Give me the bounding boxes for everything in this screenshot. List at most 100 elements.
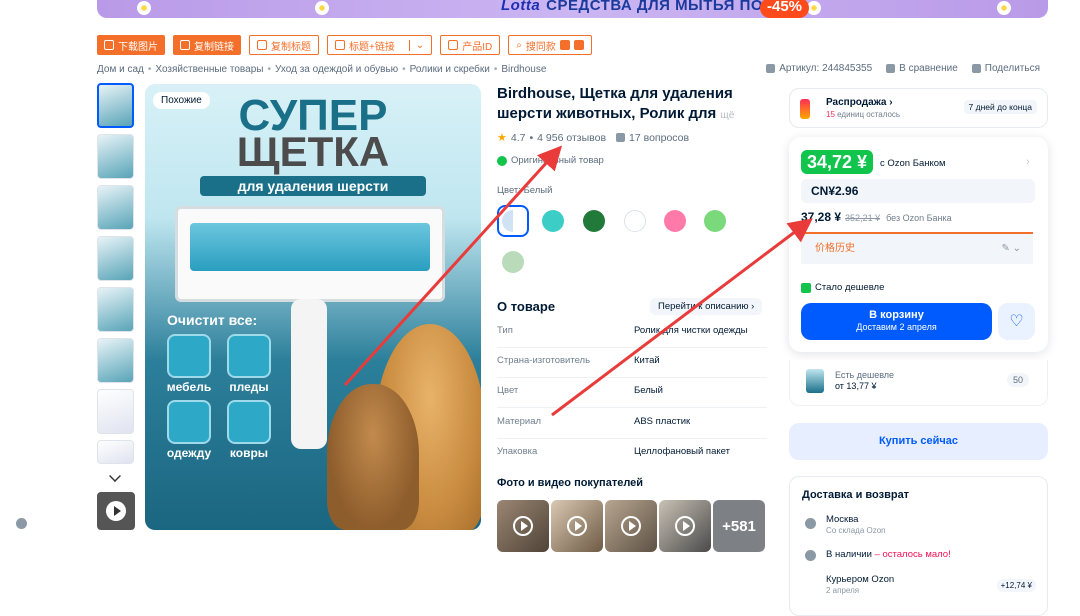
breadcrumb-item[interactable]: Birdhouse [501,64,546,75]
similar-badge[interactable]: Похожие [153,92,210,109]
arrow-down-icon [801,282,811,293]
copy-icon [257,40,267,50]
lint-roller-graphic [175,206,445,302]
original-badge: Оригинальный товар [497,155,604,166]
compare-icon [886,64,896,73]
banner-discount: -45% [760,0,810,18]
thumbnail[interactable] [97,83,134,128]
breadcrumb-item[interactable]: Хозяйственные товары [155,64,263,75]
copy-link-button[interactable]: 复制链接 [173,35,241,55]
color-swatch[interactable] [699,205,731,237]
rating-row[interactable]: ★ 4.7 • 4 956 отзывов 17 вопросов [497,131,689,145]
stock-status: В наличии – осталось мало! [826,549,951,560]
breadcrumb-item[interactable]: Ролики и скребки [410,64,490,75]
title-link-button[interactable]: 标题+链接 ⌄ [327,35,433,55]
breadcrumb-item[interactable]: Дом и сад [97,64,144,75]
color-swatch[interactable] [578,205,610,237]
promo-banner[interactable]: Lotta СРЕДСТВА ДЛЯ МЫТЬЯ ПОЛОВ -45% [97,0,1048,18]
offer-price: от 13,77 ¥ [835,381,877,391]
thumbnail[interactable] [97,440,134,464]
thumbnail[interactable] [97,389,134,434]
compare-button[interactable]: В сравнение [886,63,958,74]
cny-price: CN¥2.96 [801,179,1035,203]
thumbnail[interactable] [97,134,134,179]
offer-title: Есть дешевле [835,370,895,380]
swatch-color [502,210,524,232]
customer-video[interactable] [659,500,711,552]
spec-row: Материал ABS пластик [497,409,767,439]
breadcrumb: Дом и сад • Хозяйственные товары • Уход за… [97,64,547,75]
offer-thumbnail [806,369,824,393]
image-headline: ЩЕТКА [236,128,390,175]
sale-card[interactable]: Распродажа › 15 единиц осталось 7 дней д… [789,88,1048,128]
customer-video[interactable] [497,500,549,552]
questions-link[interactable]: 17 вопросов [629,132,689,144]
thumbnail[interactable] [97,236,134,281]
color-swatch[interactable] [619,205,651,237]
share-button[interactable]: Поделиться [971,63,1040,74]
flower-icon [997,1,1011,15]
thumbnail[interactable] [97,287,134,332]
add-to-cart-button[interactable]: В корзину Доставим 2 апреля [801,303,992,340]
play-icon [621,516,641,536]
breadcrumb-item[interactable]: Уход за одеждой и обувью [275,64,398,75]
download-images-button[interactable]: 下载图片 [97,35,165,55]
location-icon [16,518,27,529]
copy-icon [766,64,776,73]
image-subline: для удаления шерсти [200,176,426,196]
check-icon [805,550,816,561]
more-photos-button[interactable]: +581 [713,500,765,552]
color-swatch[interactable] [497,205,529,237]
chevron-right-icon[interactable]: › [1026,156,1030,168]
chevron-down-icon[interactable]: ✎ ⌄ [1001,234,1021,264]
offer-count-badge: 50 [1006,373,1029,387]
banner-text: Lotta СРЕДСТВА ДЛЯ МЫТЬЯ ПОЛОВ [501,0,798,14]
search-same-button[interactable]: ⌕ 搜同款 [508,35,592,55]
sale-stock: 15 единиц осталось [826,110,901,119]
courier-price: +12,74 ¥ [996,579,1036,592]
color-swatch[interactable] [497,246,529,278]
ozon-bank-label: с Ozon Банком [880,158,946,169]
buy-now-button[interactable]: Купить сейчас [789,423,1048,460]
price-history-panel[interactable]: 价格历史 ✎ ⌄ [801,232,1033,264]
id-icon [448,40,459,50]
customer-video[interactable] [551,500,603,552]
rating-value: 4.7 [510,131,526,144]
chevron-down-icon[interactable]: ⌄ [408,39,424,51]
became-cheaper-label[interactable]: Стало дешевле [801,282,884,293]
star-icon: ★ [497,132,507,144]
blanket-icon [227,334,271,378]
customer-video[interactable] [605,500,657,552]
main-product-image[interactable]: СУПЕР ЩЕТКА для удаления шерсти Очистит … [145,84,481,530]
thumbnail[interactable] [97,185,134,230]
video-thumbnail[interactable] [97,492,135,530]
product-title: Birdhouse, Щетка для удаления шерсти жив… [497,85,735,122]
search-icon: ⌕ [516,39,522,51]
sku-label[interactable]: Артикул: 244845355 [766,63,872,74]
delivery-city[interactable]: Москва Со склада Ozon [826,514,886,535]
flower-icon [315,1,329,15]
chevron-down-icon[interactable] [109,470,121,482]
sale-days-badge: 7 дней до конца [963,100,1037,114]
ozon-bank-price: 34,72 ¥ [801,150,874,174]
heart-icon[interactable]: ♡ [998,303,1035,340]
color-swatch[interactable] [537,205,569,237]
download-icon [104,40,114,50]
reviews-link[interactable]: 4 956 отзывов [537,132,606,144]
image-category: пледы [223,334,275,394]
cat-image [327,384,419,530]
thumbnail[interactable] [97,338,134,383]
image-cleans-label: Очистит все: [167,312,258,328]
cheaper-offer-card[interactable]: Есть дешевле от 13,77 ¥ 50 [789,360,1048,406]
flower-icon [807,1,821,15]
goto-description-link[interactable]: Перейти к описанию › [650,298,763,315]
plugin-toolbar: 下载图片 复制链接 复制标题 标题+链接 ⌄ 产品ID ⌕ 搜同款 [97,35,592,55]
copy-title-button[interactable]: 复制标题 [249,35,319,55]
regular-price: 37,28 ¥352,21 ¥ без Ozon Банка [801,210,952,224]
courier-delivery[interactable]: Курьером Ozon 2 апреля [826,574,894,595]
top-actions: Артикул: 244845355 В сравнение Поделитьс… [766,63,1040,74]
product-id-button[interactable]: 产品ID [440,35,501,55]
sale-icon [800,99,810,119]
color-swatch[interactable] [659,205,691,237]
about-title: О товаре [497,299,556,314]
